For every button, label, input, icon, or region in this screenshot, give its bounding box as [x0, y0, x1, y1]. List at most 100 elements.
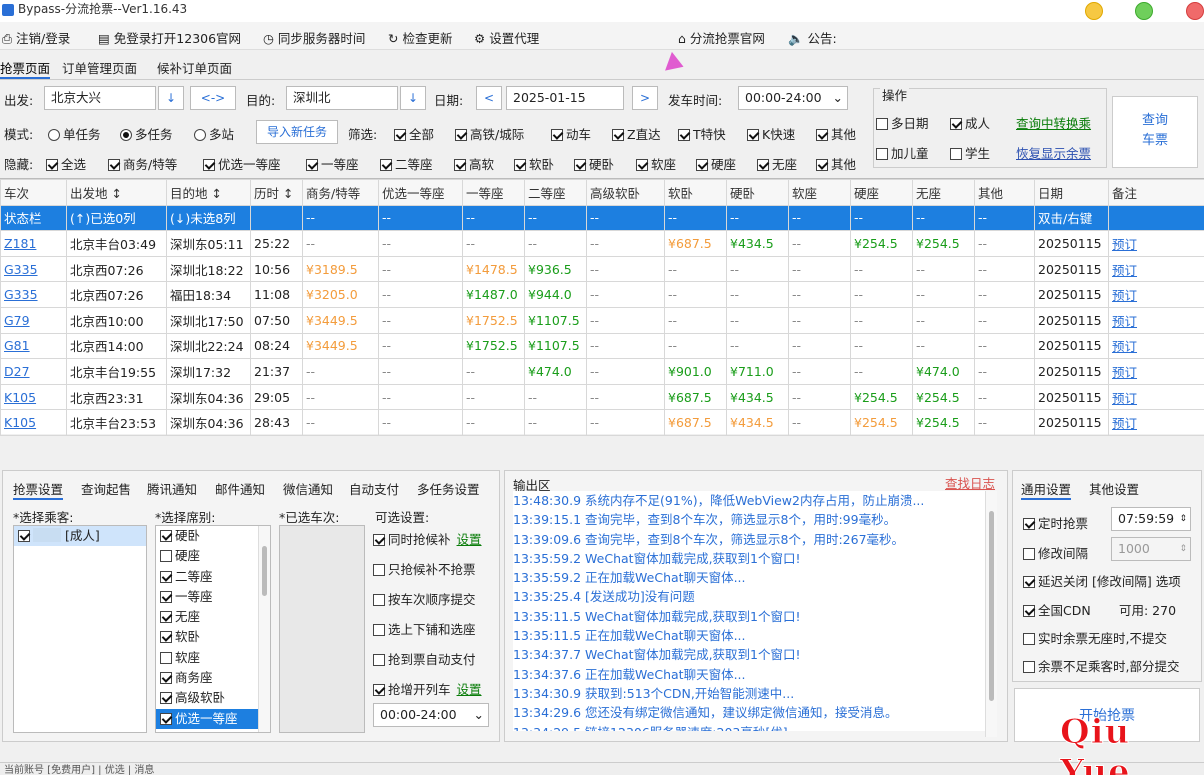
hide-yingwo-checkbox[interactable]: 硬卧	[574, 154, 614, 173]
list-item[interactable]: 优选一等座	[156, 708, 270, 729]
add-child-checkbox[interactable]: 加儿童	[876, 143, 929, 162]
hide-other-checkbox[interactable]: 其他	[816, 154, 856, 173]
book-link[interactable]: 预订	[1112, 237, 1137, 252]
table-row[interactable]: G81 北京西14:00 深圳北22:24 08:24 ¥3449.5 -- ¥1752.5…	[0, 332, 1204, 360]
table-cell[interactable]: 预订	[1108, 230, 1204, 257]
find-log-link[interactable]: 查找日志	[945, 473, 995, 492]
hide-ruanzuo-checkbox[interactable]: 软座	[636, 154, 676, 173]
prev-date-button[interactable]: <	[476, 86, 502, 110]
delay-close-checkbox[interactable]: 延迟关闭 [修改间隔] 选项	[1023, 571, 1181, 590]
type-gaotie-checkbox[interactable]: 高铁/城际	[455, 124, 524, 143]
hide-wuzuo-checkbox[interactable]: 无座	[757, 154, 797, 173]
type-k-checkbox[interactable]: K快速	[747, 124, 795, 143]
to-input[interactable]: 深圳北	[286, 86, 398, 110]
column-header[interactable]: 备注	[1108, 179, 1204, 206]
from-input[interactable]: 北京大兴	[44, 86, 156, 110]
interval-input[interactable]: 1000 ⇕	[1111, 537, 1191, 561]
national-cdn-checkbox[interactable]: 全国CDN	[1023, 600, 1091, 619]
list-item[interactable]: 高级软卧	[156, 688, 270, 708]
train-number-link[interactable]: G79	[4, 313, 30, 328]
tab-mail-notify[interactable]: 邮件通知	[215, 479, 265, 498]
interval-checkbox[interactable]: 修改间隔	[1023, 543, 1088, 562]
train-number-link[interactable]: G335	[4, 262, 38, 277]
timed-grab-checkbox[interactable]: 定时抢票	[1023, 513, 1088, 532]
column-header[interactable]: 商务/特等	[302, 179, 379, 206]
table-cell[interactable]: 预订	[1108, 358, 1204, 385]
hide-yingzuo-checkbox[interactable]: 硬座	[696, 154, 736, 173]
list-item[interactable]: 二等座	[156, 567, 270, 587]
type-z-checkbox[interactable]: Z直达	[612, 124, 661, 143]
table-cell[interactable]: K105	[0, 383, 67, 411]
table-cell[interactable]: G81	[0, 332, 67, 360]
column-header[interactable]: 硬卧	[726, 179, 789, 206]
tab-sale-query[interactable]: 查询起售	[81, 479, 131, 498]
proxy-menu[interactable]: ⚙ 设置代理	[474, 28, 539, 47]
seat-list-scrollbar[interactable]	[258, 526, 270, 732]
check-update-menu[interactable]: ↻ 检查更新	[388, 28, 452, 47]
optional-setting-checkbox[interactable]: 按车次顺序提交	[373, 589, 476, 608]
type-all-checkbox[interactable]: 全部	[394, 124, 434, 143]
optional-setting-checkbox[interactable]: 抢增开列车 设置	[373, 679, 482, 698]
column-header[interactable]: 二等座	[524, 179, 587, 206]
tab-ticket[interactable]: 抢票页面	[0, 58, 51, 79]
tab-general-settings[interactable]: 通用设置	[1021, 479, 1072, 500]
table-cell[interactable]: G79	[0, 306, 67, 334]
book-link[interactable]: 预订	[1112, 339, 1137, 354]
adult-checkbox[interactable]: 成人	[950, 113, 990, 132]
hide-premium-first-checkbox[interactable]: 优选一等座	[203, 154, 281, 173]
tab-auto-pay[interactable]: 自动支付	[349, 479, 399, 498]
optional-setting-checkbox[interactable]: 选上下铺和选座	[373, 619, 476, 638]
column-header[interactable]: 无座	[912, 179, 975, 206]
mode-station-radio[interactable]: 多站	[194, 124, 234, 143]
table-cell[interactable]: 预订	[1108, 306, 1204, 334]
optional-setting-checkbox[interactable]: 抢到票自动支付	[373, 649, 476, 668]
book-link[interactable]: 预订	[1112, 263, 1137, 278]
table-cell[interactable]: 预订	[1108, 409, 1204, 436]
close-button[interactable]	[1186, 2, 1204, 20]
table-row[interactable]: G335 北京西07:26 福田18:34 11:08 ¥3205.0 -- ¥1487.0…	[0, 281, 1204, 308]
settings-link[interactable]: 设置	[457, 682, 482, 697]
optional-time-select[interactable]: 00:00-24:00 ⌄	[373, 703, 489, 727]
mode-multi-radio[interactable]: 多任务	[120, 124, 173, 143]
list-item[interactable]: [成人]	[14, 526, 146, 547]
from-dropdown-button[interactable]: ↓	[158, 86, 184, 110]
train-number-link[interactable]: G335	[4, 287, 38, 302]
table-cell[interactable]: 预订	[1108, 332, 1204, 360]
login-menu[interactable]: ⎙ 注销/登录	[2, 28, 70, 47]
sync-time-menu[interactable]: ◷ 同步服务器时间	[263, 28, 365, 47]
list-item[interactable]: 商务座	[156, 668, 270, 688]
status-row[interactable]: 状态栏 (↑)已选0列 (↓)未选8列 -- -- -- -- -- -- -- -- -- -- -- 双…	[0, 204, 1204, 232]
hide-second-checkbox[interactable]: 二等座	[380, 154, 433, 173]
table-row[interactable]: D27 北京丰台19:55 深圳17:32 21:37 -- -- -- ¥474.0 -- ¥9…	[0, 358, 1204, 385]
timed-grab-input[interactable]: 07:59:59 ⇕	[1111, 507, 1191, 531]
column-header[interactable]: 硬座	[850, 179, 913, 206]
table-cell[interactable]: Z181	[0, 230, 67, 257]
optional-setting-checkbox[interactable]: 只抢候补不抢票	[373, 559, 476, 578]
scroll-thumb[interactable]	[262, 546, 267, 596]
seat-list[interactable]: 硬卧 硬座 二等座 一等座 无座 软卧 软座 商务座 高级软卧 优选一等座	[155, 525, 271, 733]
passenger-list[interactable]: [成人]	[13, 525, 147, 733]
spinner-icon[interactable]: ⇕	[1179, 538, 1187, 560]
train-number-link[interactable]: G81	[4, 338, 30, 353]
type-dongche-checkbox[interactable]: 动车	[551, 124, 591, 143]
student-checkbox[interactable]: 学生	[950, 143, 990, 162]
selected-trains-list[interactable]	[279, 525, 365, 733]
list-item[interactable]: 硬卧	[156, 526, 270, 546]
partial-submit-checkbox[interactable]: 余票不足乘客时,部分提交	[1023, 656, 1179, 675]
hide-business-checkbox[interactable]: 商务/特等	[108, 154, 177, 173]
official-site-menu[interactable]: ⌂ 分流抢票官网	[678, 28, 765, 47]
tab-other-settings[interactable]: 其他设置	[1089, 479, 1139, 498]
book-link[interactable]: 预订	[1112, 365, 1137, 380]
train-number-link[interactable]: K105	[4, 415, 36, 430]
table-cell[interactable]: D27	[0, 358, 67, 385]
column-header[interactable]: 历时 ↕	[250, 179, 303, 206]
time-select[interactable]: 00:00-24:00 ⌄	[738, 86, 848, 110]
list-item[interactable]: 软座	[156, 648, 270, 668]
book-link[interactable]: 预订	[1112, 288, 1137, 303]
train-number-link[interactable]: K105	[4, 390, 36, 405]
query-tickets-button[interactable]: 查询 车票	[1112, 96, 1198, 168]
spinner-icon[interactable]: ⇕	[1179, 508, 1187, 530]
table-cell[interactable]: K105	[0, 409, 67, 436]
settings-link[interactable]: 设置	[457, 532, 482, 547]
scroll-thumb[interactable]	[989, 511, 994, 701]
